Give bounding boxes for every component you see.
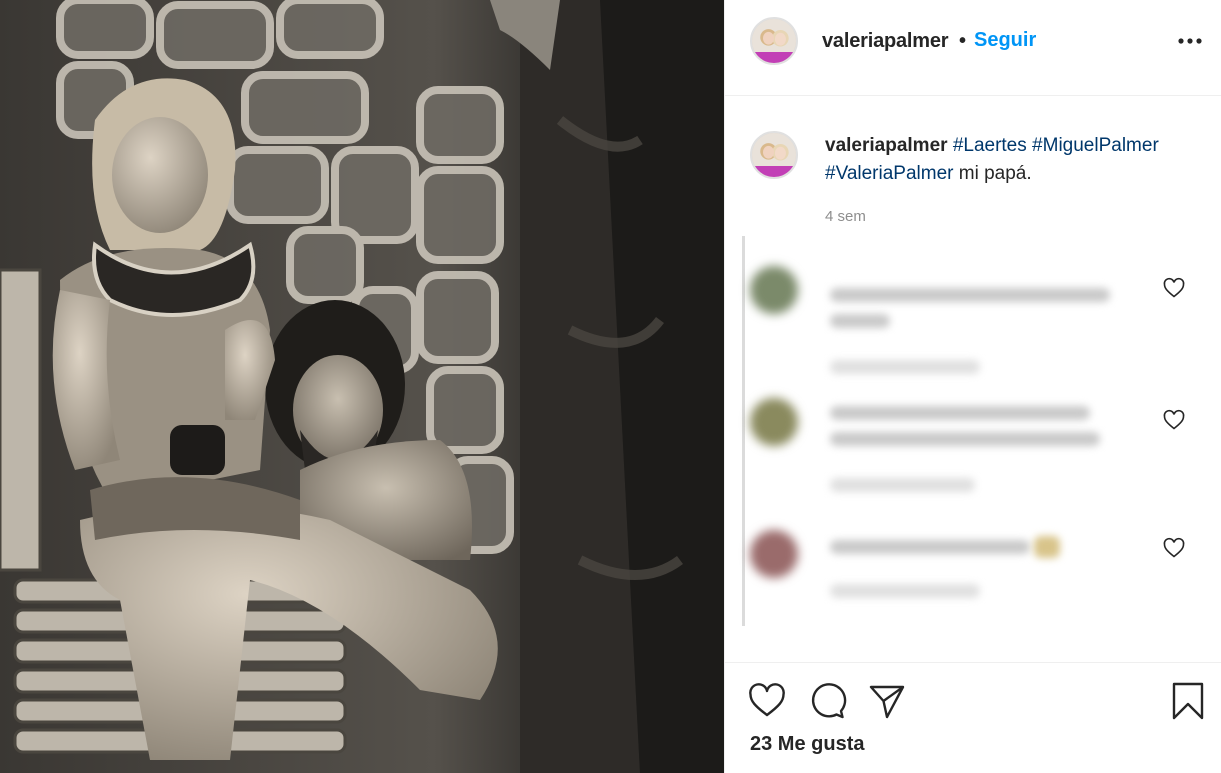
caption-body: mi papá.	[958, 163, 1032, 184]
comment-avatar[interactable]	[750, 530, 798, 578]
comment-text-blurred	[830, 288, 1110, 302]
caption-username[interactable]: valeriapalmer	[825, 135, 948, 156]
post-time[interactable]: 4 sem	[825, 208, 866, 225]
heart-outline-icon[interactable]	[1162, 536, 1186, 560]
avatar[interactable]	[750, 17, 798, 65]
comment-item	[742, 254, 1212, 374]
comment-avatar[interactable]	[750, 398, 798, 446]
heart-outline-icon[interactable]	[1162, 408, 1186, 432]
emoji-blurred	[1034, 536, 1060, 558]
comment-meta-blurred	[830, 584, 980, 598]
paper-plane-icon[interactable]	[867, 681, 907, 721]
post-sidebar: valeriapalmer • Seguir valeriapalmer #La…	[724, 0, 1221, 773]
heart-outline-icon[interactable]	[747, 681, 787, 721]
comment-text-blurred	[830, 432, 1100, 446]
post-actions: 23 Me gusta	[725, 662, 1221, 773]
comments-list[interactable]	[742, 236, 1212, 626]
hashtag-miguelpalmer[interactable]: #MiguelPalmer	[1032, 135, 1159, 156]
ellipsis-icon[interactable]	[1177, 28, 1203, 54]
comment-text-blurred	[830, 406, 1090, 420]
profile-picture	[752, 133, 796, 177]
comment-item	[742, 518, 1212, 638]
comment-text-blurred	[830, 540, 1030, 554]
caption-text: valeriapalmer #Laertes #MiguelPalmer #Va…	[825, 132, 1200, 188]
profile-picture	[752, 19, 796, 63]
comment-item	[742, 386, 1212, 506]
post-photo-image	[0, 0, 724, 773]
comment-bubble-icon[interactable]	[807, 681, 847, 721]
hashtag-laertes[interactable]: #Laertes	[953, 135, 1027, 156]
heart-outline-icon[interactable]	[1162, 276, 1186, 300]
comment-text-blurred	[830, 314, 890, 328]
comment-avatar[interactable]	[750, 266, 798, 314]
bookmark-icon[interactable]	[1168, 681, 1208, 721]
comment-meta-blurred	[830, 360, 980, 374]
likes-count[interactable]: 23 Me gusta	[750, 733, 864, 756]
hashtag-valeriapalmer[interactable]: #ValeriaPalmer	[825, 163, 953, 184]
post-photo[interactable]	[0, 0, 724, 773]
post-header: valeriapalmer • Seguir	[725, 0, 1221, 96]
comment-meta-blurred	[830, 478, 975, 492]
caption-avatar[interactable]	[750, 131, 798, 179]
header-username[interactable]: valeriapalmer	[822, 30, 949, 53]
follow-button[interactable]: Seguir	[974, 29, 1036, 52]
separator-dot: •	[959, 30, 967, 52]
